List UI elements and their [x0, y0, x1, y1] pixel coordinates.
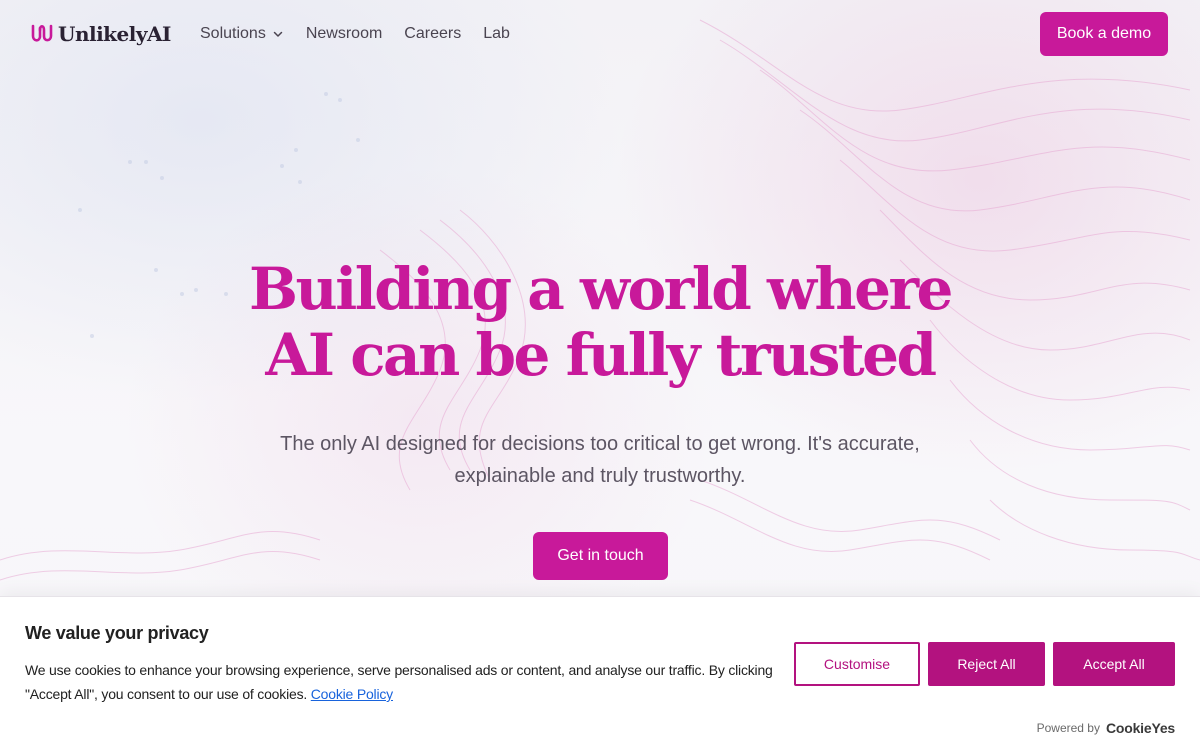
book-demo-button[interactable]: Book a demo: [1040, 12, 1168, 56]
hero-subtitle: The only AI designed for decisions too c…: [280, 433, 920, 487]
nav-item-label: Lab: [483, 25, 510, 42]
nav-item-newsroom[interactable]: Newsroom: [306, 22, 382, 46]
accept-all-button[interactable]: Accept All: [1053, 642, 1175, 686]
cookie-banner-description: We use cookies to enhance your browsing …: [25, 662, 773, 702]
nav-item-label: Solutions: [200, 25, 266, 42]
hero-title-line-2: AI can be fully trusted: [265, 321, 937, 389]
cookie-banner-title: We value your privacy: [25, 623, 209, 643]
customise-button[interactable]: Customise: [794, 642, 920, 686]
nav-item-solutions[interactable]: Solutions: [200, 22, 284, 46]
nav-item-lab[interactable]: Lab: [483, 22, 510, 46]
powered-by-label: Powered by: [1036, 721, 1100, 735]
powered-by[interactable]: Powered by CookieYes: [1036, 720, 1176, 736]
chevron-down-icon: [273, 31, 283, 37]
main-nav: Solutions Newsroom Careers Lab: [200, 22, 510, 46]
logo-text: UnlikelyAI: [58, 22, 171, 46]
nav-item-label: Careers: [404, 25, 462, 42]
cookie-policy-link[interactable]: Cookie Policy: [311, 686, 393, 702]
hero-title: Building a world where AI can be fully t…: [0, 256, 1200, 388]
nav-item-label: Newsroom: [305, 25, 383, 42]
logo-mark-icon: [31, 24, 53, 42]
site-header: UnlikelyAI Solutions Newsroom Careers La…: [0, 0, 1200, 68]
hero-title-line-1: Building a world where: [249, 255, 953, 323]
logo[interactable]: UnlikelyAI: [30, 20, 171, 48]
reject-all-button[interactable]: Reject All: [928, 642, 1045, 686]
cookie-banner-text: We use cookies to enhance your browsing …: [25, 658, 785, 706]
get-in-touch-button[interactable]: Get in touch: [533, 532, 668, 580]
cookie-banner: We value your privacy We use cookies to …: [0, 596, 1200, 750]
nav-item-careers[interactable]: Careers: [404, 22, 461, 46]
cookieyes-logo: CookieYes: [1105, 720, 1175, 736]
